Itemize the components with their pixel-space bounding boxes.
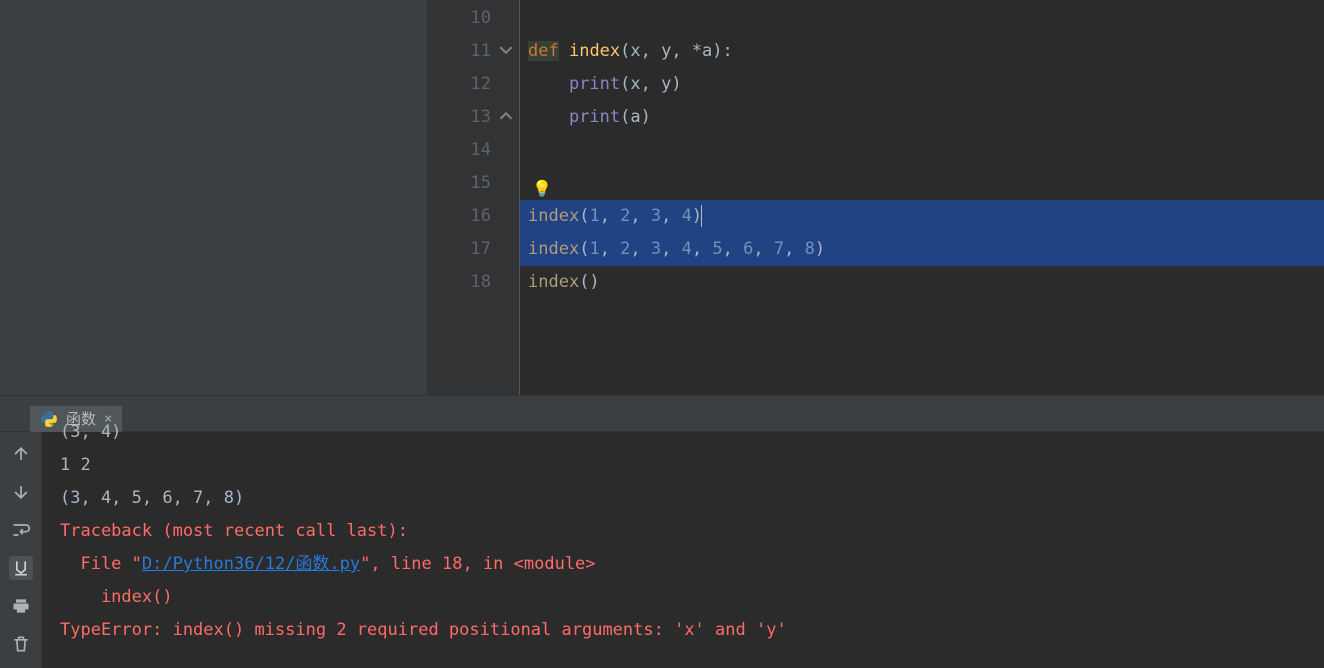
code-line[interactable]: index() [520,266,1324,299]
line-number[interactable]: 13 [428,101,519,134]
project-tool-window[interactable] [0,0,428,395]
console-toolbar [0,432,42,668]
fold-close-icon[interactable] [499,109,513,123]
line-number[interactable]: 12 [428,68,519,101]
editor-gutter[interactable]: 101112131415161718 [428,0,520,395]
code-line[interactable]: def index(x, y, *a): [520,35,1324,68]
down-stack-icon[interactable] [9,480,33,504]
line-number[interactable]: 10 [428,2,519,35]
code-line[interactable]: print(a) [520,101,1324,134]
code-line[interactable] [520,134,1324,167]
code-line[interactable]: print(x, y) [520,68,1324,101]
code-line[interactable]: index(1, 2, 3, 4) [520,200,1324,233]
console-line: File "D:/Python36/12/函数.py", line 18, in… [60,548,1312,581]
code-editor[interactable]: def index(x, y, *a): print(x, y) print(a… [520,0,1324,395]
fold-open-icon[interactable] [499,43,513,57]
scroll-to-end-icon[interactable] [9,556,33,580]
panel-divider[interactable] [0,395,1324,402]
run-tool-window: (3, 4)1 2(3, 4, 5, 6, 7, 8)Traceback (mo… [0,432,1324,668]
editor-area: 101112131415161718 def index(x, y, *a): … [0,0,1324,395]
caret [701,205,702,227]
console-line: Traceback (most recent call last): [60,515,1312,548]
up-stack-icon[interactable] [9,442,33,466]
console-line: 1 2 [60,449,1312,482]
line-number[interactable]: 14 [428,134,519,167]
line-number[interactable]: 17 [428,233,519,266]
line-number[interactable]: 15 [428,167,519,200]
line-number[interactable]: 18 [428,266,519,299]
line-number[interactable]: 16 [428,200,519,233]
code-line[interactable]: index(1, 2, 3, 4, 5, 6, 7, 8) [520,233,1324,266]
console-line: (3, 4) [60,416,1312,449]
code-line[interactable]: 💡 [520,167,1324,200]
console-line: index() [60,581,1312,614]
console-output[interactable]: (3, 4)1 2(3, 4, 5, 6, 7, 8)Traceback (mo… [42,408,1324,668]
print-icon[interactable] [9,594,33,618]
console-line: TypeError: index() missing 2 required po… [60,614,1312,647]
console-line: (3, 4, 5, 6, 7, 8) [60,482,1312,515]
soft-wrap-icon[interactable] [9,518,33,542]
trash-icon[interactable] [9,632,33,656]
code-line[interactable] [520,2,1324,35]
line-number[interactable]: 11 [428,35,519,68]
